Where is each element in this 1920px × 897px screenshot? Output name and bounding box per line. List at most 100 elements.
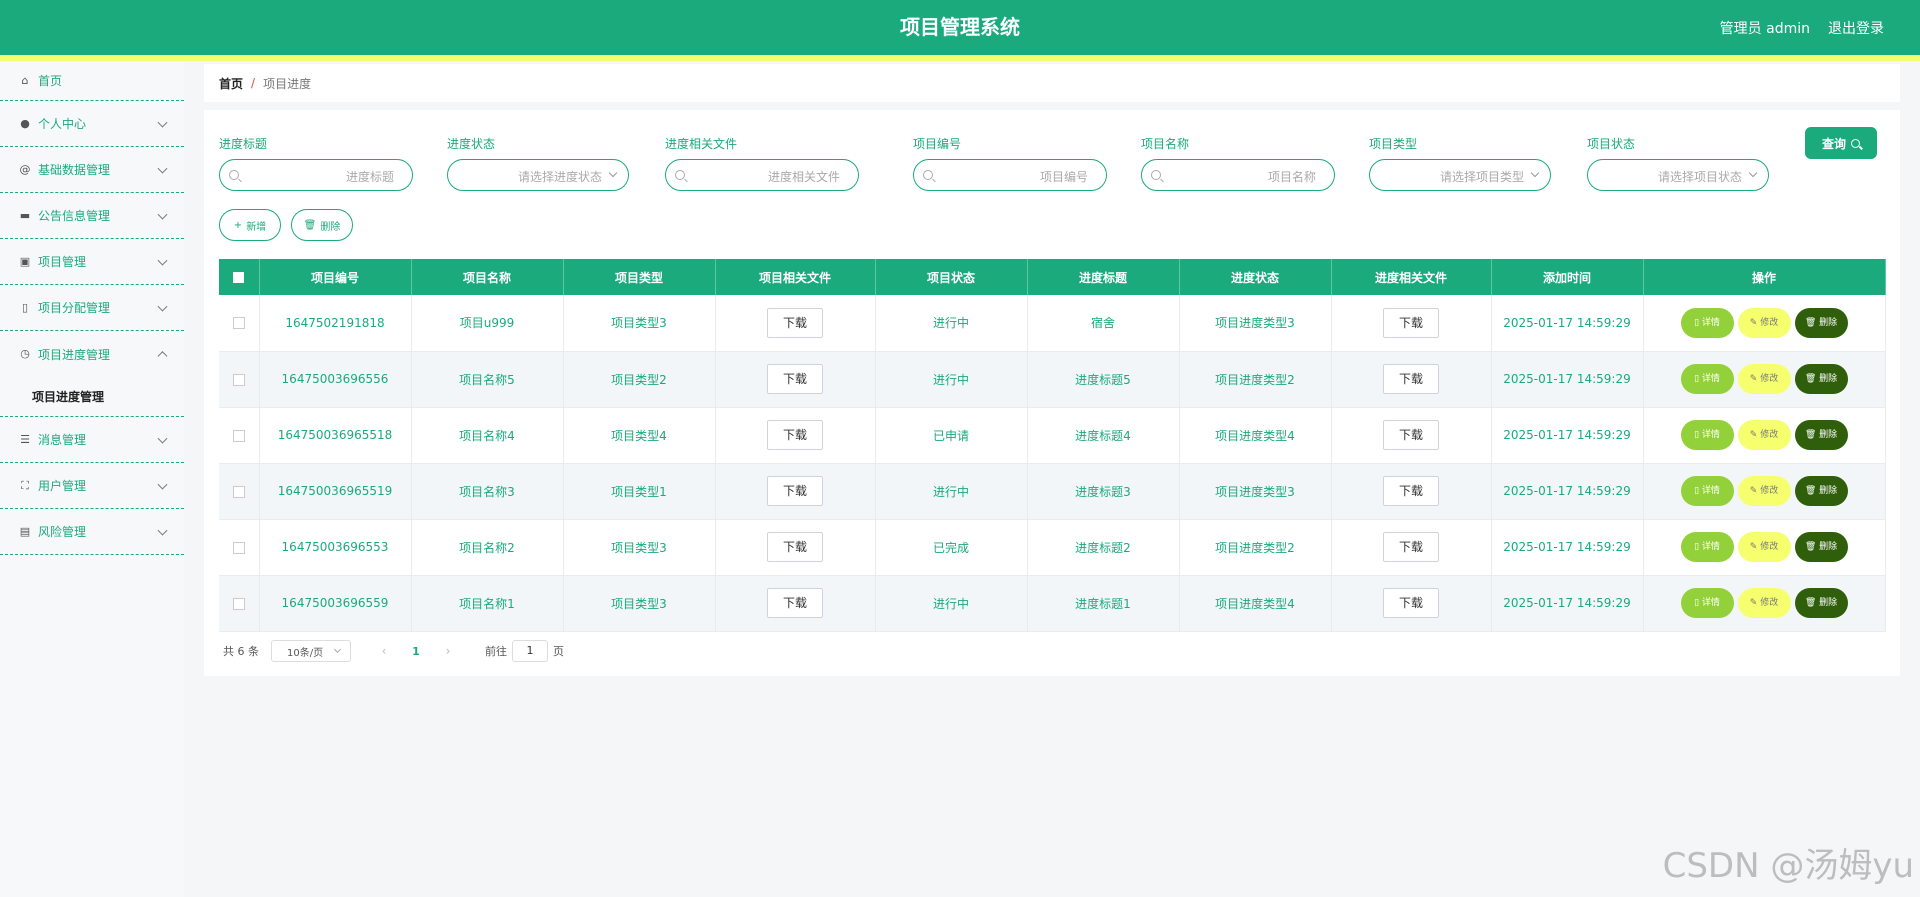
column-header: 项目编号 [259, 259, 412, 295]
progress-title-input[interactable]: 进度标题 [219, 159, 413, 191]
progress-status-cell: 项目进度类型3 [1179, 295, 1332, 352]
checkbox[interactable] [232, 485, 245, 498]
prev-page-button[interactable]: ‹ [369, 644, 399, 658]
project-name-cell: 项目名称1 [411, 575, 564, 632]
row-checkbox-cell[interactable] [219, 351, 260, 408]
project-status-select[interactable]: 请选择项目状态 [1587, 159, 1769, 191]
row-checkbox-cell[interactable] [219, 519, 260, 576]
chevron-down-icon [157, 209, 168, 220]
detail-button[interactable]: ▯ 详情 [1680, 307, 1734, 338]
filter-project-no: 项目编号 项目编号 [913, 135, 1107, 191]
sidebar-item-base-data[interactable]: @ 基础数据管理 [0, 147, 184, 193]
operations-cell: ▯ 详情 ✎ 修改 🗑 删除 [1643, 519, 1886, 576]
progress-status-select[interactable]: 请选择进度状态 [447, 159, 629, 191]
project-no-input[interactable]: 项目编号 [913, 159, 1107, 191]
edit-button[interactable]: ✎ 修改 [1737, 588, 1791, 618]
row-delete-button[interactable]: 🗑 删除 [1794, 307, 1848, 338]
column-header: 进度状态 [1179, 259, 1332, 295]
header-user-area: 管理员 admin 退出登录 [1720, 0, 1884, 55]
add-button[interactable]: + 新增 [219, 209, 281, 241]
delete-label: 删除 [1819, 430, 1838, 440]
breadcrumb-current: 项目进度 [263, 76, 312, 91]
sidebar-item-label: 用户管理 [38, 479, 87, 493]
row-delete-button[interactable]: 🗑 删除 [1794, 476, 1848, 506]
time-cell: 2025-01-17 14:59:29 [1491, 407, 1644, 464]
edit-button[interactable]: ✎ 修改 [1737, 420, 1791, 450]
download-button[interactable]: 下载 [767, 532, 823, 562]
breadcrumb-home[interactable]: 首页 [219, 75, 243, 92]
sidebar-item-home[interactable]: ⌂ 首页 [0, 61, 184, 101]
detail-label: 详情 [1701, 542, 1720, 552]
row-delete-button[interactable]: 🗑 删除 [1794, 532, 1848, 562]
sidebar-subitem-progress-manage[interactable]: 项目进度管理 [0, 377, 184, 417]
detail-button[interactable]: ▯ 详情 [1680, 476, 1734, 506]
edit-button[interactable]: ✎ 修改 [1737, 364, 1791, 394]
sidebar-item-profile[interactable]: ● 个人中心 [0, 101, 184, 147]
progress-status-cell: 项目进度类型2 [1179, 351, 1332, 408]
row-delete-button[interactable]: 🗑 删除 [1794, 588, 1848, 618]
row-checkbox-cell[interactable] [219, 295, 260, 352]
project-name-cell: 项目名称3 [411, 463, 564, 520]
row-checkbox-cell[interactable] [219, 463, 260, 520]
download-button[interactable]: 下载 [1383, 307, 1439, 338]
delete-button[interactable]: 🗑 删除 [291, 209, 353, 241]
download-button[interactable]: 下载 [1383, 476, 1439, 506]
project-name-input[interactable]: 项目名称 [1141, 159, 1335, 191]
query-button[interactable]: 查询 [1805, 127, 1877, 159]
sidebar-item-progress[interactable]: ◷ 项目进度管理 [0, 331, 184, 377]
row-checkbox-cell[interactable] [219, 407, 260, 464]
checkbox[interactable] [232, 429, 245, 442]
download-button[interactable]: 下载 [1383, 532, 1439, 562]
download-button[interactable]: 下载 [1383, 588, 1439, 618]
download-button[interactable]: 下载 [767, 476, 823, 506]
logout-link[interactable]: 退出登录 [1828, 18, 1884, 38]
progress-file-cell: 下载 [1331, 407, 1492, 464]
checkbox[interactable] [232, 597, 245, 610]
sidebar-item-users[interactable]: ⛶ 用户管理 [0, 463, 184, 509]
download-button[interactable]: 下载 [767, 420, 823, 450]
download-button[interactable]: 下载 [767, 588, 823, 618]
edit-button[interactable]: ✎ 修改 [1737, 307, 1791, 338]
sidebar-item-risk[interactable]: ▤ 风险管理 [0, 509, 184, 555]
edit-button[interactable]: ✎ 修改 [1737, 476, 1791, 506]
detail-label: 详情 [1701, 598, 1720, 608]
trash-icon: 🗑 [303, 219, 317, 231]
checkbox[interactable] [232, 317, 245, 330]
goto-page-input[interactable]: 1 [512, 640, 548, 662]
sidebar-item-messages[interactable]: ☰ 消息管理 [0, 417, 184, 463]
header-select-all[interactable] [219, 259, 260, 295]
sidebar-item-notice[interactable]: ▬ 公告信息管理 [0, 193, 184, 239]
next-page-button[interactable]: › [433, 644, 463, 658]
row-delete-button[interactable]: 🗑 删除 [1794, 420, 1848, 450]
download-button[interactable]: 下载 [1383, 364, 1439, 394]
row-delete-button[interactable]: 🗑 删除 [1794, 364, 1848, 394]
detail-button[interactable]: ▯ 详情 [1680, 364, 1734, 394]
checkbox[interactable] [233, 272, 245, 283]
download-button[interactable]: 下载 [767, 307, 823, 338]
breadcrumb: 首页 / 项目进度 [204, 64, 1900, 102]
column-header: 进度标题 [1027, 259, 1180, 295]
edit-button[interactable]: ✎ 修改 [1737, 532, 1791, 562]
project-status-cell: 已完成 [875, 519, 1028, 576]
download-button[interactable]: 下载 [1383, 420, 1439, 450]
row-checkbox-cell[interactable] [219, 575, 260, 632]
download-button[interactable]: 下载 [767, 364, 823, 394]
pagination: 共 6 条 10条/页 ‹ 1 › 前往 1 页 [223, 640, 564, 662]
checkbox[interactable] [232, 541, 245, 554]
filter-progress-file: 进度相关文件 进度相关文件 [665, 135, 859, 191]
project-status-cell: 进行中 [875, 351, 1028, 408]
sidebar-item-project[interactable]: ▣ 项目管理 [0, 239, 184, 285]
frame-icon: ⛶ [21, 478, 29, 492]
progress-file-input[interactable]: 进度相关文件 [665, 159, 859, 191]
checkbox[interactable] [232, 373, 245, 386]
page-number[interactable]: 1 [399, 645, 433, 658]
detail-button[interactable]: ▯ 详情 [1680, 420, 1734, 450]
sidebar-item-assignment[interactable]: ▯ 项目分配管理 [0, 285, 184, 331]
admin-user-label[interactable]: 管理员 admin [1720, 18, 1810, 38]
project-status-cell: 进行中 [875, 575, 1028, 632]
project-type-select[interactable]: 请选择项目类型 [1369, 159, 1551, 191]
page-size-select[interactable]: 10条/页 [271, 640, 351, 662]
detail-button[interactable]: ▯ 详情 [1680, 588, 1734, 618]
detail-button[interactable]: ▯ 详情 [1680, 532, 1734, 562]
time-cell: 2025-01-17 14:59:29 [1491, 295, 1644, 352]
